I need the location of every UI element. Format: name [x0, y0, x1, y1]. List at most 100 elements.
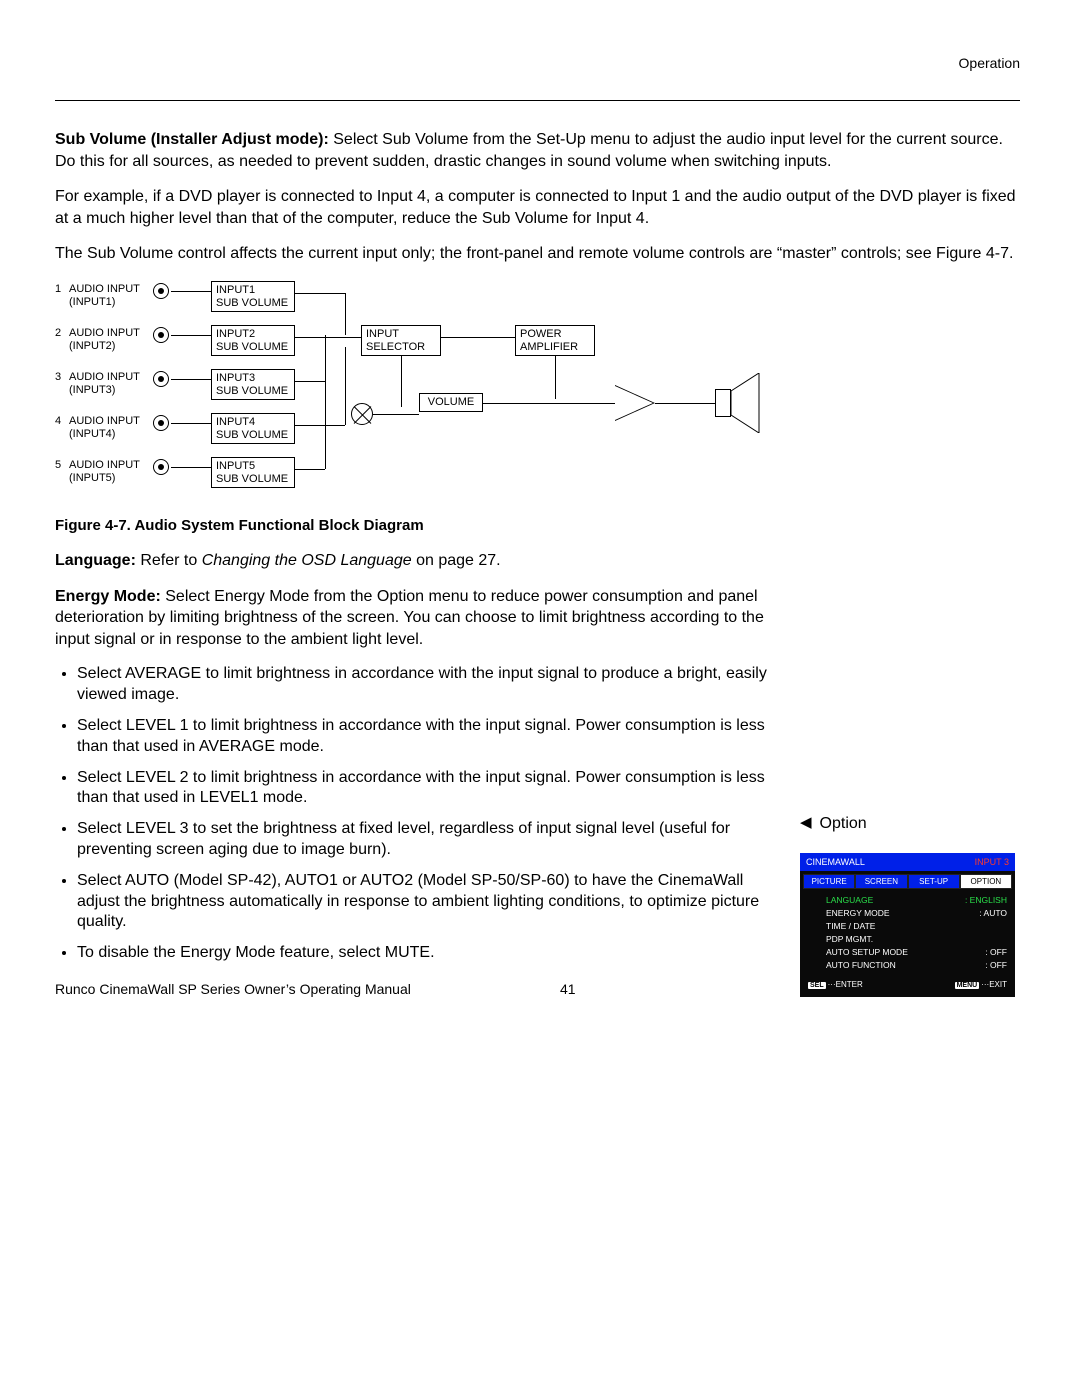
d-wire	[295, 469, 325, 470]
d-box-in2: INPUT2 SUB VOLUME	[211, 325, 295, 356]
d-in2-num: 2	[55, 327, 61, 339]
d-wire	[171, 335, 211, 336]
d-wire	[401, 355, 402, 407]
d-wire	[295, 337, 361, 338]
osd-row-autosetup[interactable]: AUTO SETUP MODE : OFF	[826, 946, 1007, 959]
lang-lead: Language:	[55, 552, 136, 569]
osd-row-language[interactable]: LANGUAGE : ENGLISH	[826, 894, 1007, 907]
option-title: Option	[820, 815, 867, 832]
d-wire	[325, 381, 326, 469]
audio-port-icon	[153, 371, 169, 387]
d-in2-label: AUDIO INPUT	[69, 327, 140, 339]
audio-port-icon	[153, 283, 169, 299]
d-in4-label: AUDIO INPUT	[69, 415, 140, 427]
d-box-in3-b: SUB VOLUME	[216, 385, 290, 398]
audio-port-icon	[153, 415, 169, 431]
osd-foot-right-text: ···EXIT	[981, 980, 1007, 989]
osd-row-pdp[interactable]: PDP MGMT.	[826, 933, 1007, 946]
figure-caption: Figure 4-7. Audio System Functional Bloc…	[55, 517, 1020, 534]
d-in1-num: 1	[55, 283, 61, 295]
d-box-in5-a: INPUT5	[216, 460, 290, 473]
d-box-in2-b: SUB VOLUME	[216, 341, 290, 354]
osd-tab-setup[interactable]: SET-UP	[908, 874, 960, 889]
d-box-amp: POWER AMPLIFIER	[515, 325, 595, 356]
osd-foot-left-text: ···ENTER	[828, 980, 863, 989]
osd-badge-sel: SEL	[808, 982, 826, 989]
osd-foot-right: MENU···EXIT	[955, 980, 1007, 989]
para-energy: Energy Mode: Select Energy Mode from the…	[55, 586, 776, 651]
d-wire	[575, 403, 615, 404]
d-wire	[325, 335, 326, 381]
top-rule	[55, 100, 1020, 101]
list-item: To disable the Energy Mode feature, sele…	[77, 943, 776, 964]
osd-tab-picture[interactable]: PICTURE	[803, 874, 855, 889]
osd-row-val: : OFF	[985, 960, 1007, 970]
osd-badge-menu: MENU	[955, 982, 980, 989]
osd-menu: LANGUAGE : ENGLISH ENERGY MODE : AUTO TI…	[800, 889, 1015, 975]
option-heading: ◀Option	[800, 814, 1020, 833]
osd-foot-left: SEL···ENTER	[808, 980, 863, 989]
list-item: Select LEVEL 3 to set the brightness at …	[77, 819, 776, 861]
lang-rest: on page 27.	[412, 552, 501, 569]
amplifier-icon	[615, 385, 655, 421]
osd-row-key: AUTO SETUP MODE	[826, 947, 908, 957]
list-item: Select AUTO (Model SP-42), AUTO1 or AUTO…	[77, 871, 776, 933]
osd-input-label: INPUT 3	[975, 857, 1009, 867]
d-in2-sub: (INPUT2)	[69, 340, 115, 352]
d-wire	[171, 291, 211, 292]
d-wire	[171, 467, 211, 468]
list-item: Select LEVEL 2 to limit brightness in ac…	[77, 768, 776, 810]
d-in5-num: 5	[55, 459, 61, 471]
d-wire	[171, 423, 211, 424]
osd-row-autofunc[interactable]: AUTO FUNCTION : OFF	[826, 959, 1007, 972]
d-wire	[373, 414, 419, 415]
d-box-selector: INPUT SELECTOR	[361, 325, 441, 356]
d-box-in2-a: INPUT2	[216, 328, 290, 341]
osd-tab-screen[interactable]: SCREEN	[855, 874, 907, 889]
d-amp-b: AMPLIFIER	[520, 341, 590, 354]
d-box-in5-b: SUB VOLUME	[216, 473, 290, 486]
d-wire	[483, 403, 575, 404]
osd-row-time[interactable]: TIME / DATE	[826, 920, 1007, 933]
d-wire	[345, 347, 346, 425]
d-wire	[345, 293, 346, 335]
d-wire	[295, 293, 345, 294]
para-sub-volume: Sub Volume (Installer Adjust mode): Sele…	[55, 129, 1020, 172]
osd-tab-option[interactable]: OPTION	[960, 874, 1012, 889]
d-box-in4-b: SUB VOLUME	[216, 429, 290, 442]
mixer-icon	[351, 403, 373, 425]
osd-row-energy[interactable]: ENERGY MODE : AUTO	[826, 907, 1007, 920]
d-box-volume: VOLUME	[419, 393, 483, 412]
d-box-in1-b: SUB VOLUME	[216, 297, 290, 310]
energy-rest: Select Energy Mode from the Option menu …	[55, 588, 764, 648]
d-box-in5: INPUT5 SUB VOLUME	[211, 457, 295, 488]
audio-block-diagram: 1 AUDIO INPUT (INPUT1) INPUT1 SUB VOLUME…	[55, 279, 795, 509]
osd-row-key: TIME / DATE	[826, 921, 875, 931]
d-box-in1-a: INPUT1	[216, 284, 290, 297]
para1-lead: Sub Volume (Installer Adjust mode):	[55, 131, 329, 148]
footer-text: Runco CinemaWall SP Series Owner’s Opera…	[55, 981, 411, 997]
lang-mid: Refer to	[136, 552, 202, 569]
d-vol: VOLUME	[424, 396, 478, 409]
audio-port-icon	[153, 327, 169, 343]
d-wire	[171, 379, 211, 380]
osd-row-key: AUTO FUNCTION	[826, 960, 896, 970]
para-example: For example, if a DVD player is connecte…	[55, 186, 1020, 229]
section-header: Operation	[959, 55, 1020, 71]
page-number: 41	[560, 981, 576, 997]
osd-titlebar: CINEMAWALL INPUT 3	[800, 853, 1015, 871]
para-note: The Sub Volume control affects the curre…	[55, 243, 1020, 265]
d-sel-a: INPUT	[366, 328, 436, 341]
osd-row-val: : AUTO	[979, 908, 1007, 918]
d-in1-sub: (INPUT1)	[69, 296, 115, 308]
d-amp-a: POWER	[520, 328, 590, 341]
d-in5-label: AUDIO INPUT	[69, 459, 140, 471]
audio-port-icon	[153, 459, 169, 475]
d-wire	[295, 381, 325, 382]
lang-italic: Changing the OSD Language	[202, 552, 412, 569]
osd-row-key: LANGUAGE	[826, 895, 873, 905]
osd-row-key: ENERGY MODE	[826, 908, 890, 918]
osd-brand: CINEMAWALL	[806, 857, 865, 867]
d-wire	[295, 425, 345, 426]
d-wire	[655, 403, 715, 404]
